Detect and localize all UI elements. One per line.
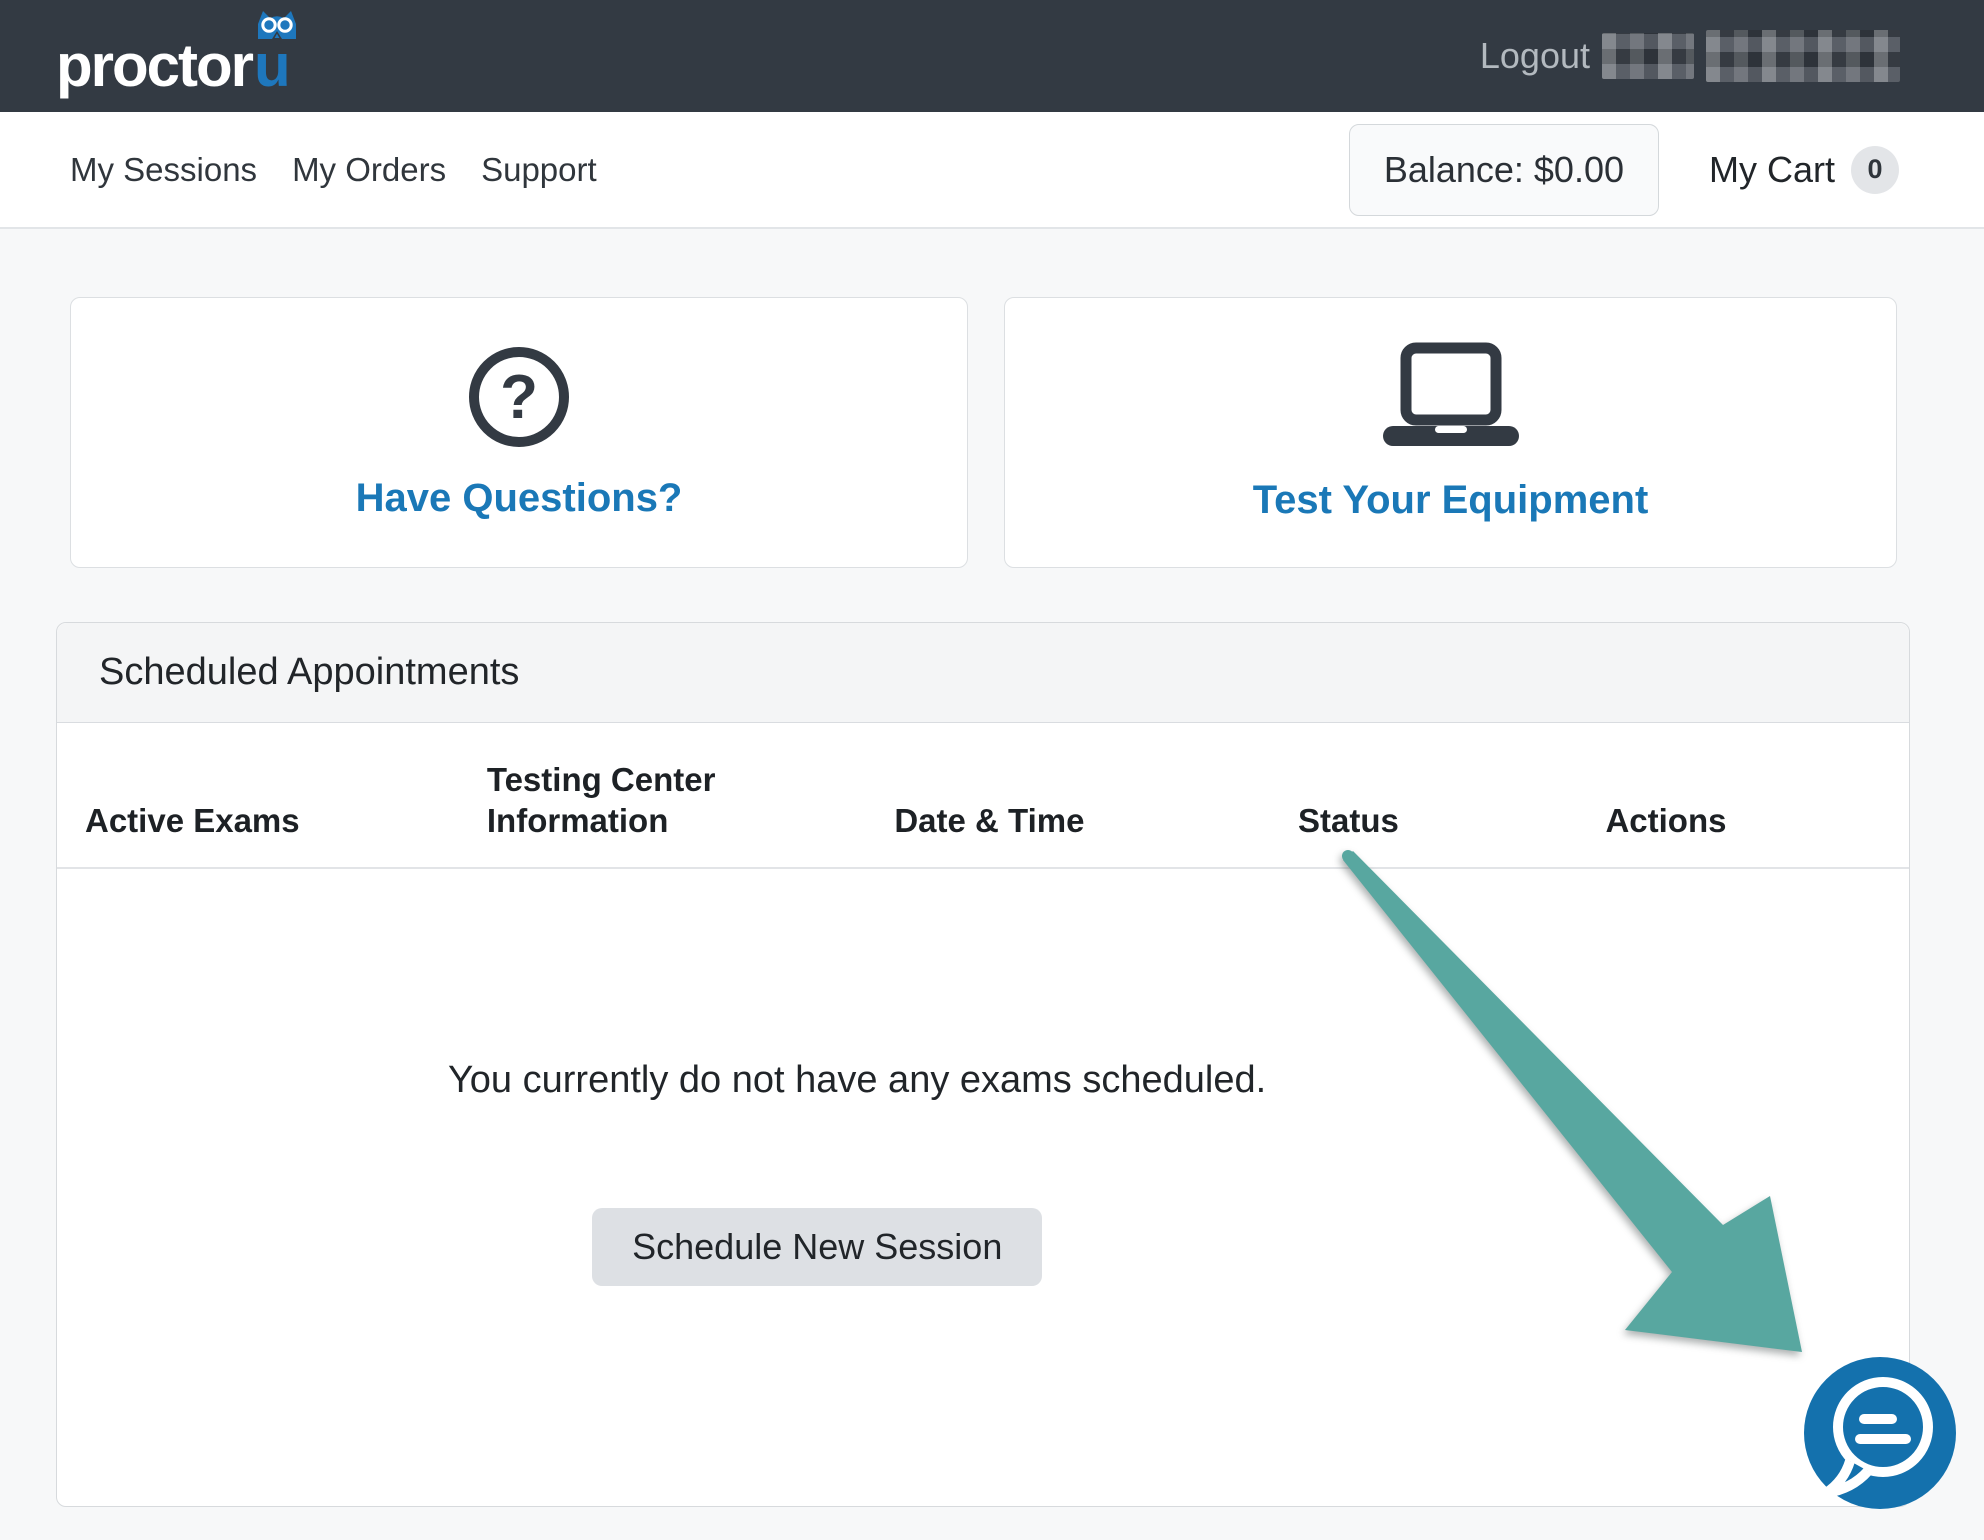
owl-icon	[255, 9, 299, 39]
cart-count-badge: 0	[1851, 146, 1899, 194]
logo-text: proctor	[56, 36, 252, 96]
column-testing-center-information: Testing Center Information	[459, 723, 866, 867]
schedule-new-session-button[interactable]: Schedule New Session	[592, 1208, 1042, 1286]
chat-launcher-button[interactable]	[1804, 1357, 1956, 1509]
nav-links: My Sessions My Orders Support	[70, 112, 597, 227]
panel-title: Scheduled Appointments	[99, 651, 519, 694]
panel-header: Scheduled Appointments	[57, 623, 1909, 723]
cart-label: My Cart	[1709, 149, 1835, 191]
nav-right: Balance: $0.00 My Cart 0	[1349, 112, 1899, 227]
test-equipment-card[interactable]: Test Your Equipment	[1004, 297, 1897, 568]
appointments-table-header: Active Exams Testing Center Information …	[57, 723, 1909, 869]
column-actions: Actions	[1577, 723, 1909, 867]
column-status: Status	[1270, 723, 1577, 867]
nav-item-my-orders[interactable]: My Orders	[292, 151, 446, 189]
have-questions-link[interactable]: Have Questions?	[356, 476, 683, 521]
chat-bubble-icon	[1804, 1357, 1956, 1509]
session-controls: Logout	[1480, 0, 1900, 112]
have-questions-card[interactable]: ? Have Questions?	[70, 297, 968, 568]
laptop-icon	[1373, 342, 1529, 452]
nav-item-support[interactable]: Support	[481, 151, 597, 189]
svg-text:?: ?	[500, 363, 538, 432]
column-date-time: Date & Time	[866, 723, 1270, 867]
appointments-table-body: You currently do not have any exams sche…	[57, 869, 1909, 1504]
logout-link[interactable]: Logout	[1480, 35, 1590, 77]
logo-accent-letter: u	[254, 32, 289, 99]
redacted-last-name	[1706, 30, 1900, 82]
scheduled-appointments-panel: Scheduled Appointments Active Exams Test…	[56, 622, 1910, 1507]
proctoru-dashboard: proctor u Logout My Sessions My Orders	[0, 0, 1984, 1540]
balance-display: Balance: $0.00	[1349, 124, 1659, 216]
app-header: proctor u Logout	[0, 0, 1984, 112]
question-circle-icon: ?	[466, 344, 572, 450]
redacted-first-name	[1602, 33, 1694, 79]
empty-state-message: You currently do not have any exams sche…	[448, 1059, 1266, 1101]
proctoru-logo[interactable]: proctor u	[56, 36, 289, 96]
my-cart-link[interactable]: My Cart 0	[1709, 146, 1899, 194]
test-equipment-link[interactable]: Test Your Equipment	[1253, 478, 1649, 523]
column-active-exams: Active Exams	[57, 723, 459, 867]
nav-item-my-sessions[interactable]: My Sessions	[70, 151, 257, 189]
main-nav: My Sessions My Orders Support Balance: $…	[0, 112, 1984, 229]
